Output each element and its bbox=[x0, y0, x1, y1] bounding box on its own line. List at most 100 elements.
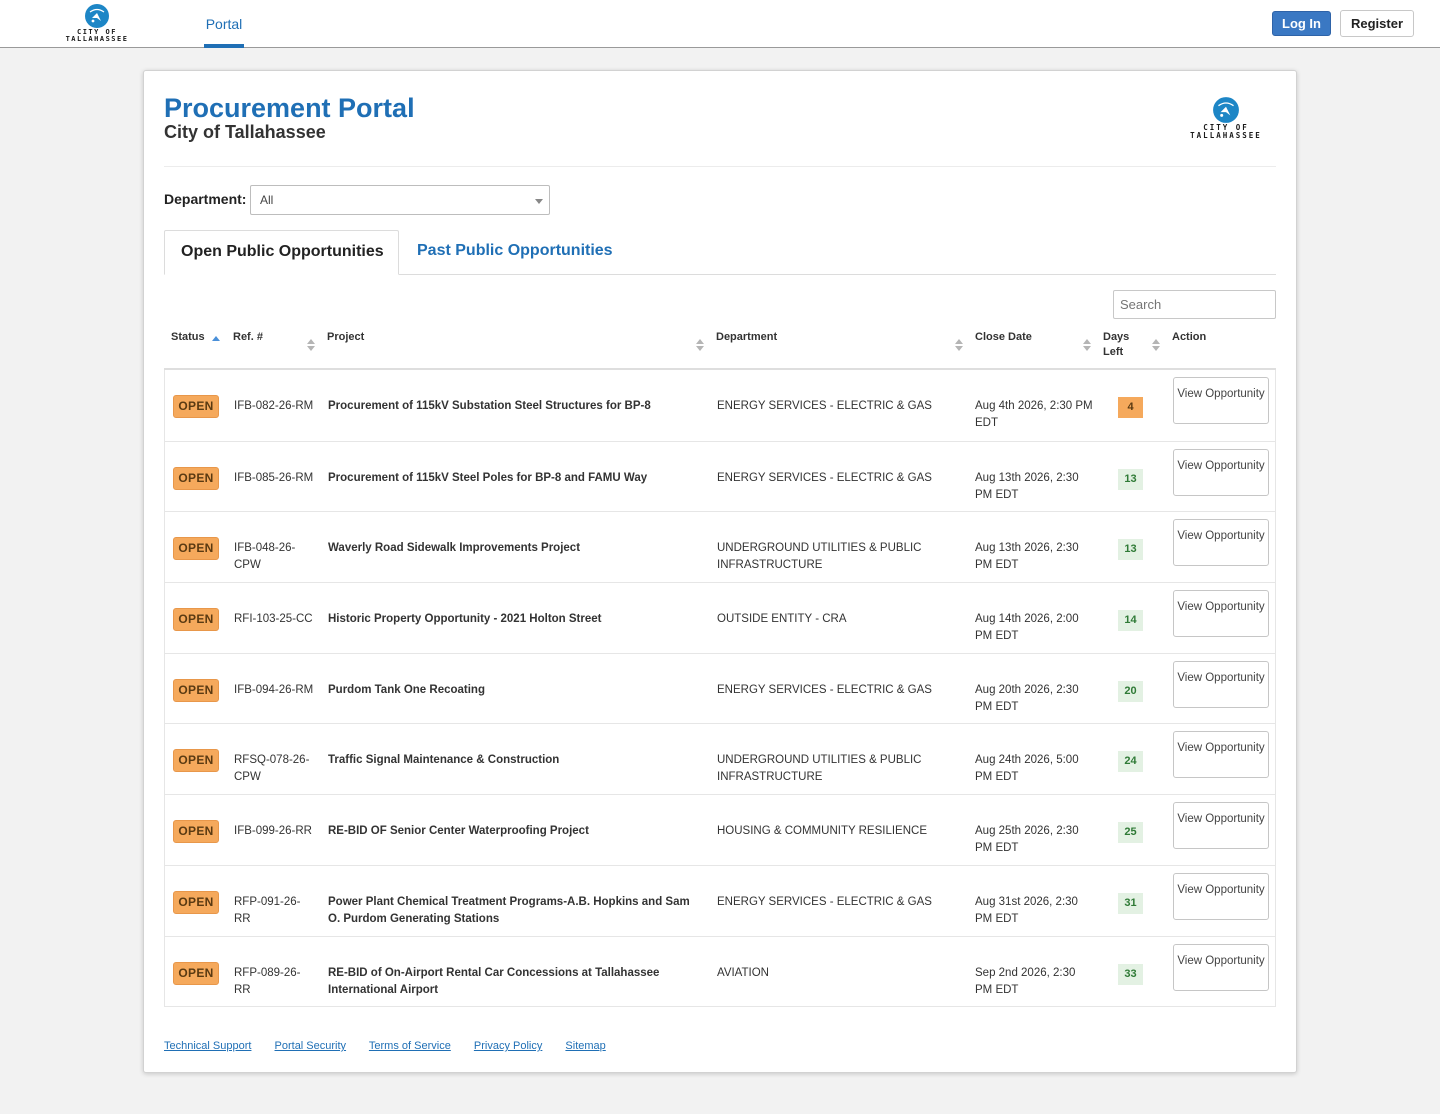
view-opportunity-button[interactable]: View Opportunity bbox=[1173, 943, 1269, 991]
column-department-label: Department bbox=[716, 331, 778, 343]
department-select[interactable]: All bbox=[250, 185, 550, 215]
view-opportunity-button[interactable]: View Opportunity bbox=[1173, 377, 1269, 424]
project-name: Power Plant Chemical Treatment Programs-… bbox=[328, 895, 690, 925]
search-input[interactable] bbox=[1113, 290, 1276, 319]
sort-icon[interactable] bbox=[307, 338, 315, 352]
footer-link-privacy-policy[interactable]: Privacy Policy bbox=[474, 1040, 542, 1052]
department-name: ENERGY SERVICES - ELECTRIC & GAS bbox=[717, 471, 932, 484]
ref-number: IFB-082-26-RM bbox=[234, 400, 314, 412]
table-row: OPEN RFP-091-26-RR Power Plant Chemical … bbox=[165, 864, 1275, 936]
days-left-badge: 13 bbox=[1118, 468, 1143, 490]
status-badge: OPEN bbox=[173, 678, 219, 702]
table-row: OPEN IFB-094-26-RM Purdom Tank One Recoa… bbox=[165, 652, 1275, 724]
status-badge: OPEN bbox=[173, 820, 219, 844]
column-days-left[interactable]: Days Left bbox=[1103, 330, 1137, 360]
close-date: Aug 25th 2026, 2:30 PM EDT bbox=[975, 825, 1079, 855]
footer-link-technical-support[interactable]: Technical Support bbox=[164, 1040, 251, 1052]
footer-link-portal-security[interactable]: Portal Security bbox=[275, 1040, 347, 1052]
department-name: HOUSING & COMMUNITY RESILIENCE bbox=[717, 825, 928, 838]
column-action: Action bbox=[1172, 330, 1206, 345]
sort-icon[interactable] bbox=[1083, 338, 1091, 352]
main-card: Procurement Portal City of Tallahassee C… bbox=[143, 70, 1297, 1073]
ref-number: IFB-094-26-RM bbox=[234, 683, 314, 696]
table-row: OPEN RFP-089-26-RR RE-BID of On-Airport … bbox=[165, 935, 1275, 1007]
tab-past-opportunities[interactable]: Past Public Opportunities bbox=[417, 230, 613, 275]
close-date: Aug 14th 2026, 2:00 PM EDT bbox=[975, 613, 1079, 643]
project-name: Procurement of 115kV Substation Steel St… bbox=[328, 400, 651, 412]
nav-portal-link[interactable]: Portal bbox=[204, 0, 244, 48]
sort-icon[interactable] bbox=[1152, 338, 1160, 352]
column-project[interactable]: Project bbox=[327, 330, 364, 345]
days-left-badge: 20 bbox=[1118, 680, 1143, 702]
status-badge: OPEN bbox=[173, 890, 219, 914]
sort-asc-icon[interactable] bbox=[212, 335, 220, 349]
column-ref-label: Ref. # bbox=[233, 331, 263, 343]
project-name: Waverly Road Sidewalk Improvements Proje… bbox=[328, 542, 581, 555]
close-date: Aug 31st 2026, 2:30 PM EDT bbox=[975, 895, 1078, 925]
register-button[interactable]: Register bbox=[1340, 10, 1414, 37]
department-name: OUTSIDE ENTITY - CRA bbox=[717, 613, 847, 626]
ref-number: RFP-089-26-RR bbox=[234, 966, 301, 996]
view-opportunity-button[interactable]: View Opportunity bbox=[1173, 872, 1269, 920]
days-left-badge: 24 bbox=[1118, 751, 1143, 773]
department-name: UNDERGROUND UTILITIES & PUBLIC INFRASTRU… bbox=[717, 542, 922, 572]
view-opportunity-button[interactable]: View Opportunity bbox=[1173, 660, 1269, 708]
footer-link-sitemap[interactable]: Sitemap bbox=[565, 1040, 605, 1052]
column-status[interactable]: Status bbox=[171, 330, 205, 345]
sort-icon[interactable] bbox=[955, 338, 963, 352]
column-ref[interactable]: Ref. # bbox=[233, 330, 263, 345]
sort-icon[interactable] bbox=[696, 338, 704, 352]
ref-number: IFB-085-26-RM bbox=[234, 471, 314, 484]
page-title: Procurement Portal bbox=[164, 93, 415, 123]
view-opportunity-button[interactable]: View Opportunity bbox=[1173, 731, 1269, 779]
project-name: Historic Property Opportunity - 2021 Hol… bbox=[328, 613, 602, 626]
globe-logo-icon bbox=[85, 4, 109, 28]
project-name: Purdom Tank One Recoating bbox=[328, 683, 485, 696]
project-name: RE-BID OF Senior Center Waterproofing Pr… bbox=[328, 825, 589, 838]
days-left-badge: 31 bbox=[1118, 892, 1143, 914]
column-days-left-label: Days Left bbox=[1103, 331, 1130, 358]
column-department[interactable]: Department bbox=[716, 330, 777, 345]
table-header: Status Ref. # Project Department Close D… bbox=[164, 330, 1276, 370]
view-opportunity-button[interactable]: View Opportunity bbox=[1173, 590, 1269, 638]
close-date: Aug 13th 2026, 2:30 PM EDT bbox=[975, 471, 1079, 501]
ref-number: RFP-091-26-RR bbox=[234, 895, 301, 925]
login-button[interactable]: Log In bbox=[1272, 11, 1331, 36]
close-date: Sep 2nd 2026, 2:30 PM EDT bbox=[975, 966, 1076, 996]
table-row: OPEN IFB-099-26-RR RE-BID OF Senior Cent… bbox=[165, 794, 1275, 865]
view-opportunity-button[interactable]: View Opportunity bbox=[1173, 519, 1269, 567]
close-date: Aug 20th 2026, 2:30 PM EDT bbox=[975, 683, 1079, 713]
project-name: RE-BID of On-Airport Rental Car Concessi… bbox=[328, 966, 660, 996]
status-badge: OPEN bbox=[173, 466, 219, 490]
view-opportunity-button[interactable]: View Opportunity bbox=[1173, 448, 1269, 496]
status-badge: OPEN bbox=[173, 961, 219, 985]
days-left-badge: 33 bbox=[1118, 963, 1143, 985]
department-filter-label: Department: bbox=[164, 191, 247, 207]
table-row: OPEN IFB-082-26-RM Procurement of 115kV … bbox=[165, 370, 1275, 441]
footer-link-terms-of-service[interactable]: Terms of Service bbox=[369, 1040, 451, 1052]
globe-logo-icon bbox=[1213, 97, 1239, 123]
logo-text-line-2: TALLAHASSEE bbox=[1190, 131, 1262, 140]
ref-number: IFB-099-26-RR bbox=[234, 825, 312, 838]
table-row: OPEN IFB-048-26-CPW Waverly Road Sidewal… bbox=[165, 511, 1275, 582]
page-subtitle: City of Tallahassee bbox=[164, 122, 326, 142]
city-logo[interactable]: CITY OF TALLAHASSEE bbox=[58, 3, 136, 45]
column-close-date-label: Close Date bbox=[975, 331, 1032, 343]
tab-open-opportunities[interactable]: Open Public Opportunities bbox=[164, 230, 399, 275]
department-name: AVIATION bbox=[717, 966, 769, 979]
table-row: OPEN RFI-103-25-CC Historic Property Opp… bbox=[165, 582, 1275, 653]
column-close-date[interactable]: Close Date bbox=[975, 330, 1032, 345]
table-row: OPEN RFSQ-078-26-CPW Traffic Signal Main… bbox=[165, 723, 1275, 794]
view-opportunity-button[interactable]: View Opportunity bbox=[1173, 802, 1269, 850]
department-select-value: All bbox=[260, 193, 274, 207]
department-name: ENERGY SERVICES - ELECTRIC & GAS bbox=[717, 683, 932, 696]
logo-text-line-2: TALLAHASSEE bbox=[65, 35, 129, 43]
column-status-label: Status bbox=[171, 331, 205, 343]
status-badge: OPEN bbox=[173, 749, 219, 773]
days-left-badge: 25 bbox=[1118, 822, 1143, 844]
days-left-badge: 13 bbox=[1118, 539, 1143, 561]
days-left-badge: 14 bbox=[1118, 610, 1143, 632]
top-navigation: CITY OF TALLAHASSEE Portal Log In Regist… bbox=[0, 0, 1440, 48]
department-name: ENERGY SERVICES - ELECTRIC & GAS bbox=[717, 895, 932, 908]
footer-links: Technical Support Portal Security Terms … bbox=[164, 1040, 626, 1052]
